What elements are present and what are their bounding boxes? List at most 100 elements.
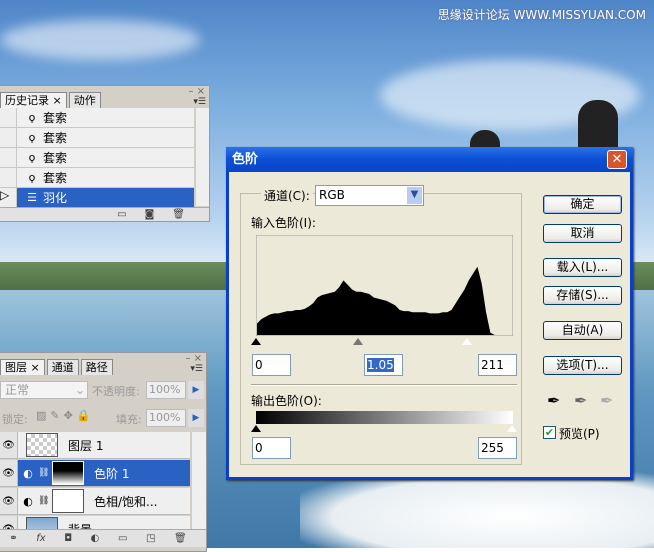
folder-icon[interactable]: ▭ bbox=[118, 533, 127, 544]
tab-paths[interactable]: 路径 bbox=[80, 359, 113, 375]
panel-controls[interactable]: – × bbox=[185, 353, 202, 364]
watermark: 思缘设计论坛 WWW.MISSYUAN.COM bbox=[437, 8, 646, 22]
opacity-arrow[interactable]: ▶ bbox=[188, 381, 204, 399]
link-icon[interactable]: ⚭ bbox=[9, 533, 17, 544]
snapshot-source-box[interactable] bbox=[0, 148, 17, 167]
auto-button[interactable]: 自动(A) bbox=[543, 321, 622, 340]
fill-input[interactable]: 100% bbox=[146, 409, 186, 427]
tab-layers[interactable]: 图层 × bbox=[0, 359, 45, 375]
close-button[interactable]: ✕ bbox=[607, 150, 627, 169]
wedding-dress bbox=[300, 470, 654, 548]
layer-name: 图层 1 bbox=[68, 438, 104, 453]
history-item[interactable]: ϙ 套索 bbox=[0, 128, 194, 148]
lock-label: 锁定: bbox=[2, 413, 28, 426]
output-black-field[interactable]: 0 bbox=[252, 437, 291, 459]
input-white-slider[interactable] bbox=[462, 338, 472, 345]
layer-row[interactable]: 👁 ◐ ⛓ 色阶 1 bbox=[0, 460, 190, 487]
chevron-down-icon: ⌄ bbox=[74, 383, 85, 397]
histogram bbox=[256, 235, 513, 336]
snapshot-source-box[interactable]: ▷ bbox=[0, 188, 17, 207]
new-layer-icon[interactable]: ◳ bbox=[146, 533, 155, 544]
feather-icon: ☰ bbox=[27, 191, 37, 204]
snapshot-source-box[interactable] bbox=[0, 128, 17, 147]
blend-mode-select[interactable]: 正常 ⌄ bbox=[0, 381, 88, 399]
channel-label: 通道(C): bbox=[261, 187, 313, 204]
lock-icons[interactable]: ▨✎✥🔒 bbox=[36, 409, 95, 422]
link-icon[interactable]: ⛓ bbox=[38, 496, 49, 506]
preview-label: 预览(P) bbox=[559, 427, 600, 441]
tab-actions[interactable]: 动作 bbox=[68, 92, 101, 108]
layer-thumbnail[interactable] bbox=[26, 433, 58, 457]
layer-name: 色相/饱和... bbox=[94, 494, 158, 509]
trash-icon[interactable]: 🗑 bbox=[174, 533, 187, 544]
input-white-field[interactable]: 211 bbox=[478, 354, 517, 376]
input-gamma-slider[interactable] bbox=[353, 338, 363, 345]
new-document-icon[interactable]: ▭ bbox=[117, 209, 126, 220]
adjustment-layer-icon: ◐ bbox=[23, 466, 33, 480]
history-item-label: 羽化 bbox=[43, 191, 68, 205]
cancel-button[interactable]: 取消 bbox=[543, 224, 622, 243]
tab-channels[interactable]: 通道 bbox=[46, 359, 79, 375]
history-item[interactable]: ϙ 套索 bbox=[0, 168, 194, 188]
input-black-field[interactable]: 0 bbox=[252, 354, 291, 376]
layer-mask-thumbnail[interactable] bbox=[52, 461, 84, 485]
layers-panel: – × ▾☰ 图层 × 通道 路径 正常 ⌄ 不透明度: 100% ▶ 锁定: ▨… bbox=[0, 352, 207, 552]
fx-icon[interactable]: fx bbox=[36, 533, 45, 544]
history-item-label: 套索 bbox=[43, 111, 68, 125]
panel-menu-icon[interactable]: ▾☰ bbox=[190, 364, 203, 374]
history-item-label: 套索 bbox=[43, 131, 68, 145]
history-item[interactable]: ϙ 套索 bbox=[0, 148, 194, 168]
snapshot-icon[interactable]: ◙ bbox=[145, 209, 155, 220]
layer-row[interactable]: 👁 ◐ ⛓ 色相/饱和... bbox=[0, 488, 190, 515]
scrollbar[interactable] bbox=[195, 108, 209, 206]
lasso-icon: ϙ bbox=[28, 171, 36, 184]
layer-mask-thumbnail[interactable] bbox=[52, 489, 84, 513]
history-item-label: 套索 bbox=[43, 151, 68, 165]
visibility-eye-icon[interactable]: 👁 bbox=[0, 432, 18, 458]
opacity-label: 不透明度: bbox=[92, 385, 140, 398]
layer-name: 色阶 1 bbox=[94, 466, 130, 481]
snapshot-source-box[interactable] bbox=[0, 108, 17, 127]
history-panel: – × ▾☰ 历史记录 × 动作 ϙ 套索 ϙ 套索 ϙ 套索 ϙ 套索 ▷ ☰ 羽化 ▭ ◙ 🗑 bbox=[0, 85, 210, 222]
snapshot-source-box[interactable] bbox=[0, 168, 17, 187]
lasso-icon: ϙ bbox=[28, 151, 36, 164]
opacity-input[interactable]: 100% bbox=[146, 381, 186, 399]
fill-label: 填充: bbox=[116, 413, 142, 426]
scrollbar[interactable] bbox=[191, 432, 206, 530]
panel-menu-icon[interactable]: ▾☰ bbox=[193, 97, 206, 107]
input-levels-label: 输入色阶(I): bbox=[251, 216, 316, 230]
lasso-icon: ϙ bbox=[28, 131, 36, 144]
tab-history[interactable]: 历史记录 × bbox=[0, 92, 67, 108]
lasso-icon: ϙ bbox=[28, 111, 36, 124]
output-levels-label: 输出色阶(O): bbox=[251, 394, 322, 408]
link-icon[interactable]: ⛓ bbox=[38, 468, 49, 478]
ok-button[interactable]: 确定 bbox=[543, 195, 622, 214]
gray-eyedropper-icon[interactable]: ✒ bbox=[574, 391, 587, 410]
chevron-down-icon: ▼ bbox=[407, 187, 422, 204]
options-button[interactable]: 选项(T)... bbox=[543, 356, 622, 375]
output-gradient bbox=[256, 411, 513, 424]
visibility-eye-icon[interactable]: 👁 bbox=[0, 460, 18, 486]
output-black-slider[interactable] bbox=[251, 425, 261, 432]
load-button[interactable]: 载入(L)... bbox=[543, 258, 622, 277]
mask-icon[interactable]: ◘ bbox=[64, 533, 72, 544]
adjustment-icon[interactable]: ◐ bbox=[91, 533, 100, 544]
save-button[interactable]: 存储(S)... bbox=[543, 286, 622, 305]
fill-arrow[interactable]: ▶ bbox=[188, 409, 204, 427]
panel-controls[interactable]: – × bbox=[188, 86, 205, 97]
dialog-title: 色阶 bbox=[226, 147, 633, 172]
history-item[interactable]: ▷ ☰ 羽化 bbox=[0, 188, 194, 208]
layer-row[interactable]: 👁 图层 1 bbox=[0, 432, 190, 459]
output-white-field[interactable]: 255 bbox=[478, 437, 517, 459]
preview-checkbox[interactable]: ✔ bbox=[543, 426, 556, 439]
channel-select[interactable]: RGB ▼ bbox=[315, 185, 424, 206]
black-eyedropper-icon[interactable]: ✒ bbox=[547, 391, 560, 410]
white-eyedropper-icon[interactable]: ✒ bbox=[600, 391, 613, 410]
history-item[interactable]: ϙ 套索 bbox=[0, 108, 194, 128]
output-white-slider[interactable] bbox=[507, 425, 517, 432]
visibility-eye-icon[interactable]: 👁 bbox=[0, 488, 18, 514]
input-black-slider[interactable] bbox=[251, 338, 261, 345]
trash-icon[interactable]: 🗑 bbox=[172, 209, 185, 220]
input-gamma-field[interactable]: 1.05 bbox=[364, 354, 403, 376]
history-item-label: 套索 bbox=[43, 171, 68, 185]
